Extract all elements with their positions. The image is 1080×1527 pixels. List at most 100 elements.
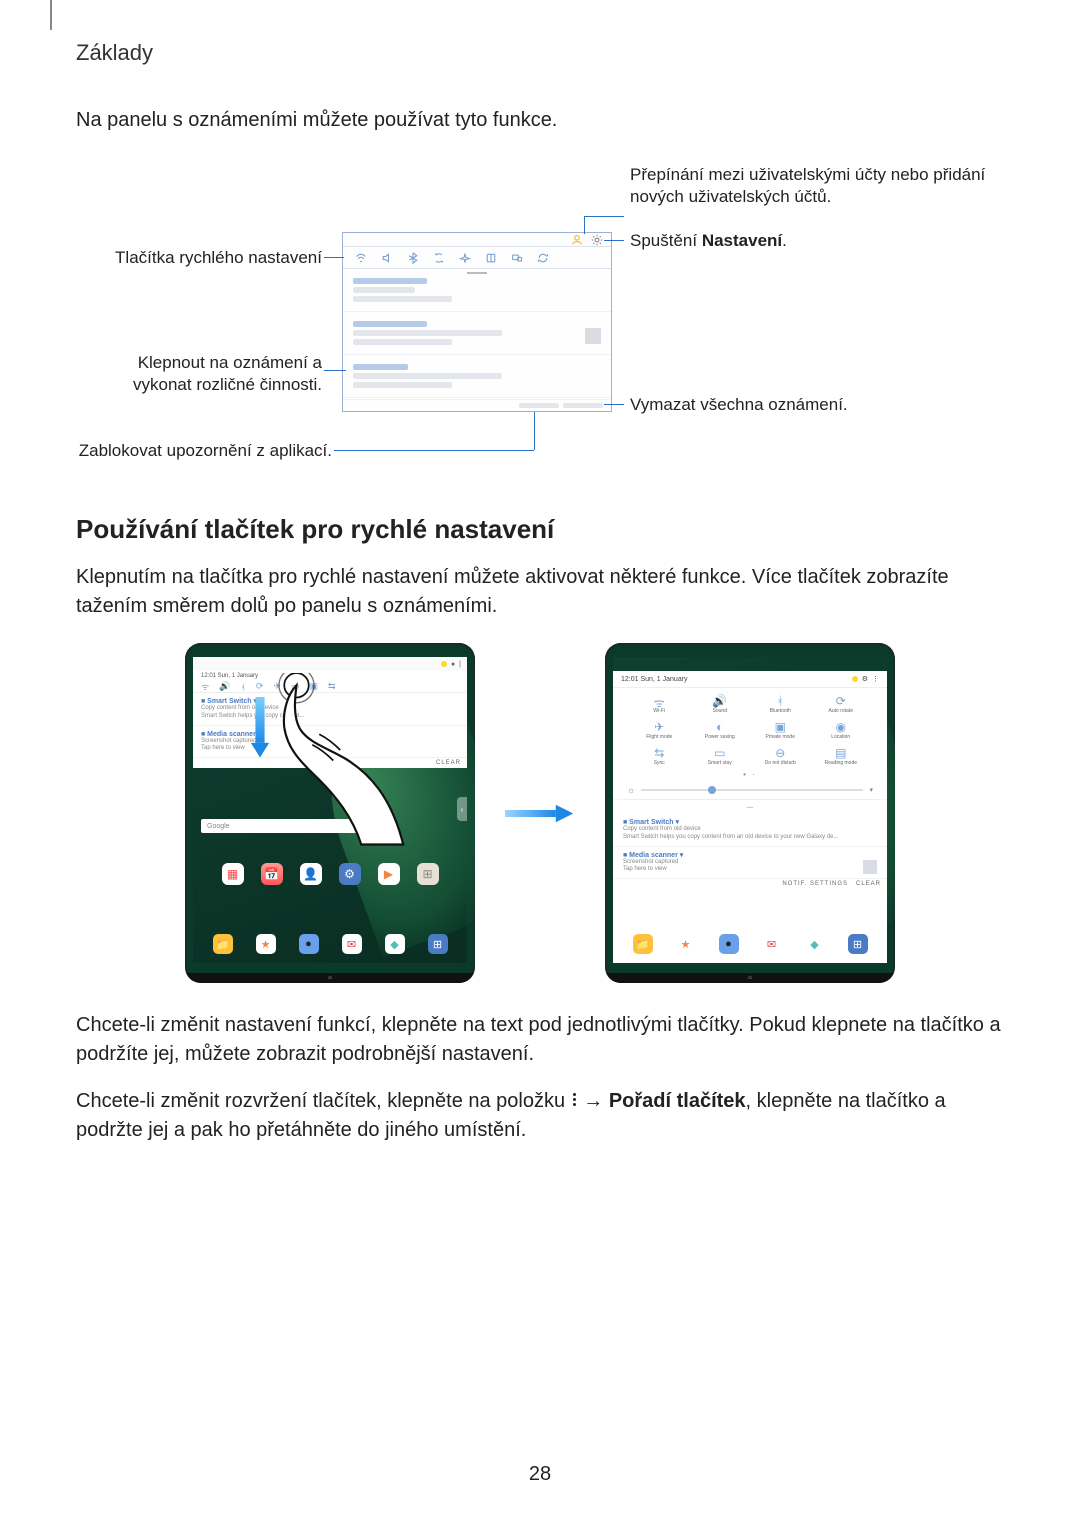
- panel-date: 12:01 Sun, 1 January: [621, 676, 688, 683]
- paragraph-text: →: [578, 1090, 609, 1112]
- chapter-heading: Základy: [76, 40, 1004, 66]
- panel-footer: [343, 399, 611, 411]
- page-crop-mark: [50, 0, 52, 30]
- mini-notification-panel: 12:01 Sun, 1 January ᯤ 🔊 ᚼ ⟳ ✈ ▭ ▣ ⇆ ■ S…: [193, 671, 467, 768]
- panel-header: [343, 233, 611, 247]
- qs-label: Do not disturb: [750, 760, 811, 766]
- section-heading: Používání tlačítek pro rychlé nastavení: [76, 514, 1004, 545]
- flight-icon: ✈: [629, 720, 690, 734]
- rotate-icon: [433, 252, 445, 264]
- notification-item-2: [343, 312, 611, 355]
- qs-label: Flight mode: [629, 734, 690, 740]
- sound-icon: [381, 252, 393, 264]
- page-number: 28: [76, 1163, 1004, 1486]
- qs-label: Location: [811, 734, 872, 740]
- notification-panel-diagram: Tlačítka rychlého nastavení Klepnout na …: [76, 164, 996, 474]
- qs-label: Sound: [690, 708, 751, 714]
- sound-icon: 🔊: [690, 694, 751, 708]
- swipe-down-arrow-icon: [249, 697, 271, 761]
- callout-text: .: [782, 231, 787, 250]
- paragraph-2: Chcete-li změnit nastavení funkcí, klepn…: [76, 1011, 1004, 1069]
- drag-handle-icon: [467, 272, 487, 274]
- quick-settings-grid: ᯤWi-Fi 🔊Sound ᚼBluetooth ⟳Auto rotate ✈F…: [613, 688, 887, 768]
- settings-gear-icon: ⚙: [862, 675, 868, 683]
- callout-quick-settings: Tlačítka rychlého nastavení: [76, 247, 322, 269]
- status-bar: ●|: [193, 657, 467, 671]
- flight-icon: [459, 252, 471, 264]
- qs-label: Bluetooth: [750, 708, 811, 714]
- callout-clear-all: Vymazat všechna oznámení.: [630, 394, 990, 416]
- expanded-panel: 12:01 Sun, 1 January ⚙ ⋮ ᯤWi-Fi 🔊Sound ᚼB…: [613, 671, 887, 963]
- brightness-icon: ☼: [627, 785, 635, 795]
- qs-label: Smart stay: [690, 760, 751, 766]
- paragraph-bold: Pořadí tlačítek: [609, 1090, 746, 1112]
- settings-gear-icon: [591, 234, 603, 246]
- page-indicator: • ·: [613, 768, 887, 781]
- qs-label: Reading mode: [811, 760, 872, 766]
- edge-handle-icon: ‹: [877, 797, 887, 821]
- transition-arrow-icon: [505, 803, 575, 824]
- paragraph-text: Chcete-li změnit rozvržení tlačítek, kle…: [76, 1090, 571, 1112]
- dock: 📁 ★ ● ✉ ◆ ⊞: [201, 931, 459, 957]
- clear-all-button: [563, 403, 603, 408]
- rotate-icon: ⟳: [256, 681, 264, 692]
- qs-label: Sync: [629, 760, 690, 766]
- sound-icon: 🔊: [219, 681, 230, 692]
- dock: 📁 ★ ● ✉ ◆ ⊞: [621, 931, 879, 957]
- flight-icon: ✈: [273, 681, 281, 692]
- notification-item-1: [343, 269, 611, 312]
- nav-bar: ⌂: [185, 973, 475, 983]
- paragraph-3: Chcete-li změnit rozvržení tlačítek, kle…: [76, 1087, 1004, 1145]
- screenshots-row: ●| 12:01 Sun, 1 January ᯤ 🔊 ᚼ ⟳ ✈ ▭ ▣ ⇆: [76, 643, 1004, 983]
- smartview-icon: ▣: [309, 681, 318, 692]
- callout-tap-notification: Klepnout na oznámení a vykonat rozličné …: [76, 352, 322, 396]
- qs-label: Power saving: [690, 734, 751, 740]
- notification-item-3: [343, 355, 611, 398]
- location-icon: ◉: [811, 720, 872, 734]
- tablet-screenshot-collapsed: ●| 12:01 Sun, 1 January ᯤ 🔊 ᚼ ⟳ ✈ ▭ ▣ ⇆: [185, 643, 475, 983]
- panel-mock: [342, 232, 612, 412]
- bluetooth-icon: ᚼ: [240, 682, 245, 692]
- sync-icon: [537, 252, 549, 264]
- brightness-slider: ☼ ▾: [613, 781, 887, 800]
- dnd-icon: ⊖: [750, 746, 811, 760]
- smartview-icon: [511, 252, 523, 264]
- bluetooth-icon: ᚼ: [750, 694, 811, 708]
- callout-text: Spuštění: [630, 231, 702, 250]
- callout-block-app: Zablokovat upozornění z aplikací.: [76, 440, 332, 462]
- wifi-icon: [355, 252, 367, 264]
- nav-bar: ⌂: [605, 973, 895, 983]
- block-notifications-button: [519, 403, 559, 408]
- private-icon: ▣: [750, 720, 811, 734]
- more-options-icon: [573, 1093, 576, 1106]
- reading-icon: [485, 252, 497, 264]
- sync-icon: ⇆: [328, 681, 336, 692]
- tablet-screenshot-expanded: 12:01 Sun, 1 January ⚙ ⋮ ᯤWi-Fi 🔊Sound ᚼB…: [605, 643, 895, 983]
- drag-handle-icon: ─: [613, 800, 887, 814]
- reading-icon: ▤: [811, 746, 872, 760]
- wifi-icon: ᯤ: [201, 680, 209, 693]
- home-apps-row: ▦ 📅 👤 ⚙ ▶ ⊞: [213, 863, 447, 885]
- edge-handle-icon: ›: [613, 797, 623, 821]
- qs-label: Auto rotate: [811, 708, 872, 714]
- user-switch-icon: [571, 234, 583, 246]
- callout-switch-user: Přepínání mezi uživatelskými účty nebo p…: [630, 164, 990, 208]
- quick-settings-row: [343, 247, 611, 269]
- more-icon: ⋮: [872, 675, 879, 683]
- callout-launch-settings: Spuštění Nastavení.: [630, 230, 990, 252]
- google-search-bar: Google: [201, 819, 367, 833]
- qs-label: Private mode: [750, 734, 811, 740]
- bluetooth-icon: [407, 252, 419, 264]
- reading-icon: ▭: [291, 681, 300, 692]
- panel-date: 12:01 Sun, 1 January: [193, 671, 467, 681]
- qs-label: Wi-Fi: [629, 708, 690, 714]
- wifi-icon: ᯤ: [629, 694, 690, 708]
- edge-handle-icon: ‹: [457, 797, 467, 821]
- rotate-icon: ⟳: [811, 694, 872, 708]
- callout-bold: Nastavení: [702, 231, 782, 250]
- intro-paragraph: Na panelu s oznámeními můžete používat t…: [76, 106, 1004, 134]
- power-icon: ◐: [690, 720, 751, 734]
- paragraph-1: Klepnutím na tlačítka pro rychlé nastave…: [76, 563, 1004, 621]
- smartstay-icon: ▭: [690, 746, 751, 760]
- sync-icon: ⇆: [629, 746, 690, 760]
